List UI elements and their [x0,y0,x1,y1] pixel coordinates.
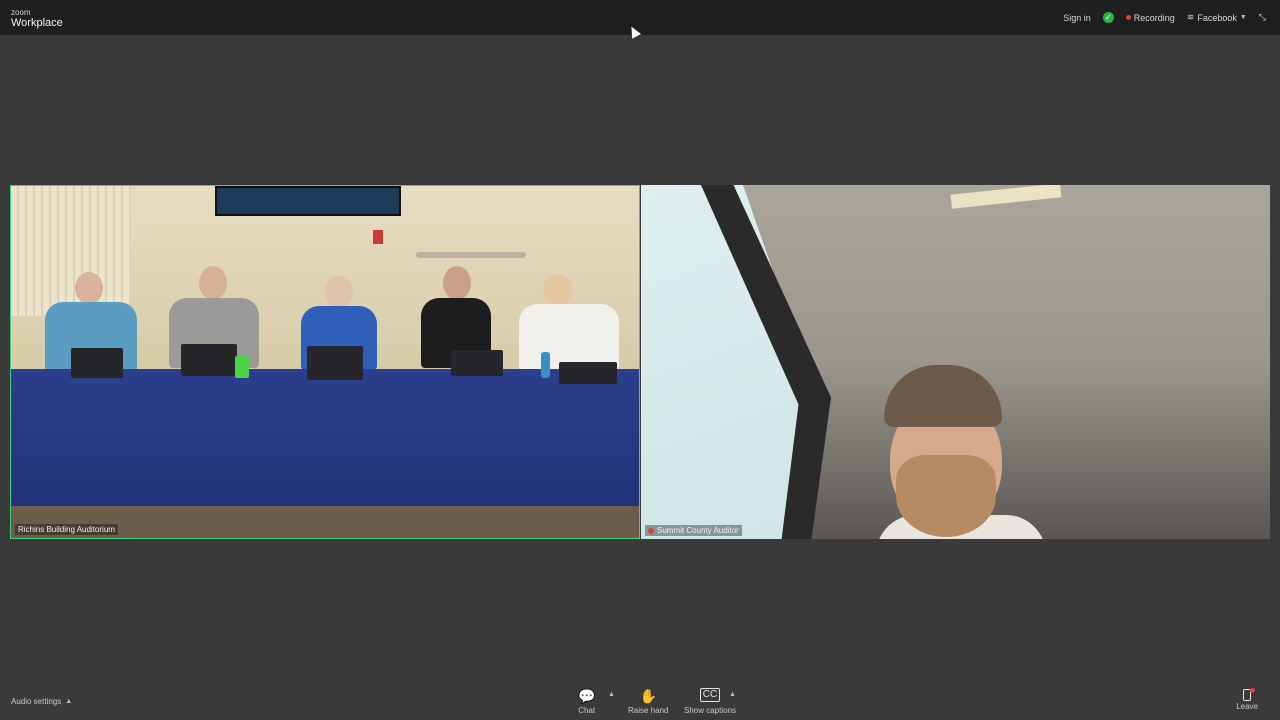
wall-monitor [215,186,401,216]
audio-settings-button[interactable]: Audio settings ▲ [11,697,72,706]
green-cup [235,356,249,378]
window-blind [11,186,131,316]
chat-bubble-icon: 💬 [578,688,596,704]
laptop [307,346,363,380]
live-stream-menu[interactable]: ≋ Facebook ▼ [1187,12,1247,23]
participant-name-label: Richins Building Auditorium [15,524,118,535]
leave-button[interactable]: Leave [1236,688,1258,711]
recording-dot-icon [1125,15,1131,20]
chat-options-chevron-icon[interactable]: ▲ [608,691,615,698]
shrink-arrows-icon[interactable]: ⤡ [1259,12,1266,23]
exit-sign [373,230,383,244]
laptop [181,344,237,376]
video-tile-auditor[interactable]: Summit County Auditor [641,185,1270,539]
laptop [559,362,617,384]
leave-door-icon [1241,688,1256,702]
show-captions-label: Show captions [684,706,737,715]
water-bottle [541,352,550,378]
hand-icon: ✋ [639,688,657,704]
logo-bottom-text: Workplace [11,17,63,29]
leave-label: Leave [1236,702,1258,711]
recording-indicator[interactable]: Recording [1125,12,1175,23]
audio-settings-label: Audio settings [11,697,62,706]
broadcast-icon: ≋ [1186,12,1195,22]
zoom-workplace-logo: zoom Workplace [11,9,63,29]
chevron-up-icon: ▲ [65,698,73,705]
laptop [71,348,123,378]
closed-captions-icon: CC [699,688,721,702]
participant-name-label: Summit County Auditor [645,525,742,536]
chat-button[interactable]: 💬 Chat [578,688,595,715]
raise-hand-button[interactable]: ✋ Raise hand [628,688,668,715]
captions-options-chevron-icon[interactable]: ▲ [729,691,736,698]
chat-label: Chat [578,706,596,715]
video-tile-auditorium[interactable]: Richins Building Auditorium [10,185,640,539]
title-bar-actions: Sign in ✓ Recording ≋ Facebook ▼ ⤡ [1063,0,1266,35]
laptop [451,350,503,376]
recording-label: Recording [1133,12,1175,23]
sign-in-button[interactable]: Sign in [1063,13,1091,23]
raise-hand-label: Raise hand [628,706,669,715]
logo-top-text: zoom [11,8,31,17]
shield-check-icon[interactable]: ✓ [1102,12,1114,23]
participant-name: Summit County Auditor [657,526,739,535]
live-stream-label: Facebook [1197,12,1237,23]
title-bar: zoom Workplace Sign in ✓ Recording ≋ Fac… [0,0,1280,35]
muted-mic-icon [648,527,654,534]
chevron-down-icon: ▼ [1239,14,1247,21]
participant-name: Richins Building Auditorium [18,525,115,534]
participant-beard [896,455,996,537]
wall-rail [416,252,526,258]
